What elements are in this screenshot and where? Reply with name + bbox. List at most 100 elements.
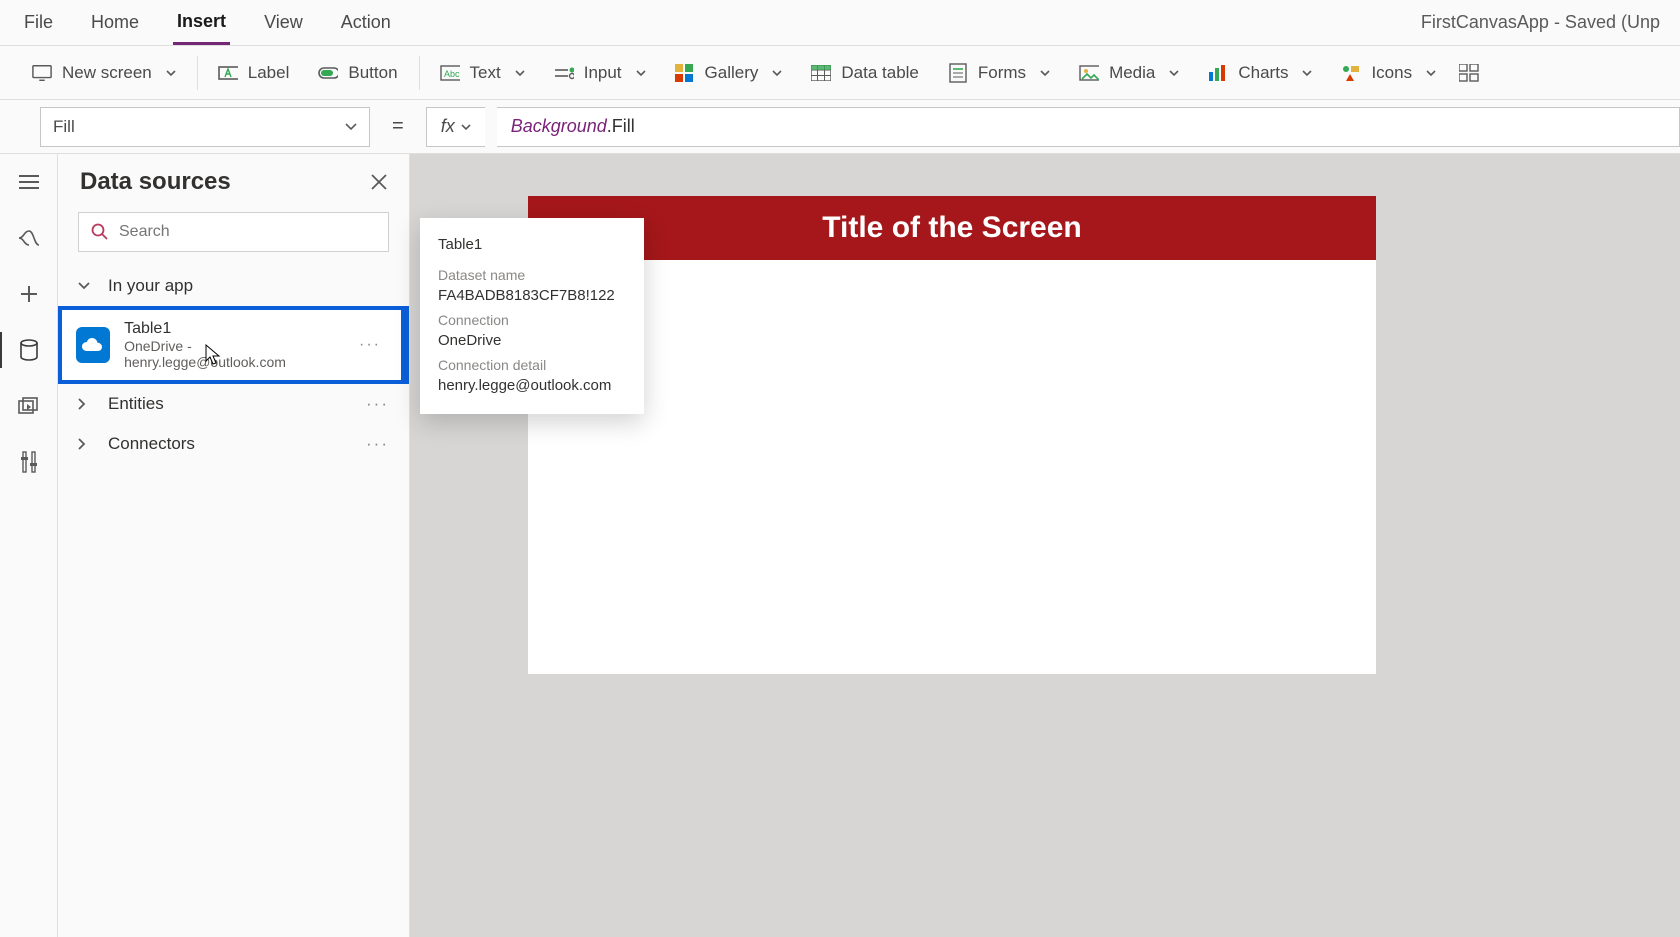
section-connectors[interactable]: Connectors ···: [58, 424, 409, 464]
equals-sign: =: [382, 115, 414, 138]
media-icon: [1079, 64, 1099, 82]
input-icon: [554, 64, 574, 82]
source-name: Table1: [124, 320, 345, 338]
source-subtitle: OneDrive - henry.legge@outlook.com: [124, 338, 345, 370]
data-sources-panel: Data sources In your app Table1 OneDrive…: [58, 154, 410, 937]
screen-title-bar[interactable]: Title of the Screen: [528, 196, 1376, 260]
gallery-icon: [675, 64, 695, 82]
onedrive-icon: [76, 327, 110, 363]
separator: [197, 56, 198, 90]
menu-file[interactable]: File: [20, 2, 57, 43]
label-label: Label: [248, 63, 290, 83]
close-icon[interactable]: [371, 174, 387, 190]
chevron-down-icon: [636, 70, 646, 76]
search-icon: [91, 223, 109, 241]
tooltip-detail-value: henry.legge@outlook.com: [438, 377, 626, 394]
ribbon: New screen Label Button Abc Text Input G: [0, 46, 1680, 100]
tooltip-connection-label: Connection: [438, 312, 626, 328]
property-select[interactable]: Fill: [40, 107, 370, 147]
chevron-down-icon: [1302, 70, 1312, 76]
media-rail-icon[interactable]: [15, 392, 43, 420]
screen-title-text: Title of the Screen: [822, 211, 1082, 245]
charts-button[interactable]: Charts: [1194, 57, 1327, 89]
tooltip-dataset-value: FA4BADB8183CF7B8!122: [438, 287, 626, 304]
chevron-down-icon: [1169, 70, 1179, 76]
tools-icon[interactable]: [15, 448, 43, 476]
tooltip-detail-label: Connection detail: [438, 357, 626, 373]
icons-icon: [1341, 64, 1361, 82]
data-table-button[interactable]: Data table: [797, 57, 934, 89]
left-rail: [0, 154, 58, 937]
formula-object-token: Background: [511, 116, 607, 137]
formula-input[interactable]: Background.Fill: [497, 107, 1680, 147]
input-label: Input: [584, 63, 622, 83]
menu-action[interactable]: Action: [337, 2, 395, 43]
app-canvas[interactable]: Title of the Screen: [528, 196, 1376, 674]
datasource-tooltip: Table1 Dataset name FA4BADB8183CF7B8!122…: [420, 218, 644, 414]
chevron-down-icon: [78, 282, 92, 290]
layout-button[interactable]: [1451, 58, 1488, 88]
more-icon[interactable]: ···: [366, 394, 389, 414]
menu-insert[interactable]: Insert: [173, 1, 230, 45]
forms-button[interactable]: Forms: [934, 57, 1065, 89]
tooltip-title: Table1: [438, 236, 626, 253]
insert-icon[interactable]: [15, 280, 43, 308]
new-screen-button[interactable]: New screen: [18, 57, 191, 89]
chevron-down-icon: [345, 123, 357, 130]
label-icon: [218, 64, 238, 82]
chevron-right-icon: [78, 438, 92, 450]
chevron-down-icon: [166, 70, 176, 76]
section-label: Entities: [108, 394, 164, 414]
forms-icon: [948, 64, 968, 82]
chevron-down-icon: [1426, 70, 1436, 76]
data-source-table1[interactable]: Table1 OneDrive - henry.legge@outlook.co…: [58, 306, 409, 384]
button-icon: [318, 64, 338, 82]
chevron-down-icon: [1040, 70, 1050, 76]
tree-view-icon[interactable]: [15, 224, 43, 252]
fx-button[interactable]: fx: [426, 107, 485, 147]
text-label: Text: [470, 63, 501, 83]
button-label: Button: [348, 63, 397, 83]
menu-home[interactable]: Home: [87, 2, 143, 43]
media-button[interactable]: Media: [1065, 57, 1194, 89]
icons-label: Icons: [1371, 63, 1412, 83]
section-entities[interactable]: Entities ···: [58, 384, 409, 424]
separator: [419, 56, 420, 90]
menu-bar: File Home Insert View Action FirstCanvas…: [0, 0, 1680, 46]
screen-icon: [32, 64, 52, 82]
more-icon[interactable]: ···: [359, 336, 387, 354]
input-button[interactable]: Input: [540, 57, 661, 89]
section-label: In your app: [108, 276, 193, 296]
formula-rest-token: .Fill: [607, 116, 635, 137]
app-title: FirstCanvasApp - Saved (Unp: [1421, 12, 1660, 33]
layout-icon: [1459, 64, 1479, 82]
new-screen-label: New screen: [62, 63, 152, 83]
section-in-your-app[interactable]: In your app: [58, 266, 409, 306]
tooltip-dataset-label: Dataset name: [438, 267, 626, 283]
search-input[interactable]: [78, 212, 389, 252]
section-label: Connectors: [108, 434, 195, 454]
data-table-label: Data table: [841, 63, 919, 83]
text-button[interactable]: Abc Text: [426, 57, 540, 89]
main-area: Data sources In your app Table1 OneDrive…: [0, 154, 1680, 937]
panel-title: Data sources: [80, 168, 231, 196]
svg-text:Abc: Abc: [444, 69, 460, 79]
gallery-button[interactable]: Gallery: [661, 57, 798, 89]
icons-button[interactable]: Icons: [1327, 57, 1451, 89]
chevron-down-icon: [772, 70, 782, 76]
label-button[interactable]: Label: [204, 57, 305, 89]
search-field[interactable]: [119, 223, 376, 241]
chevron-down-icon: [461, 124, 471, 130]
charts-label: Charts: [1238, 63, 1288, 83]
data-icon[interactable]: [15, 336, 43, 364]
property-value: Fill: [53, 117, 75, 137]
menu-view[interactable]: View: [260, 2, 307, 43]
text-icon: Abc: [440, 64, 460, 82]
hamburger-icon[interactable]: [15, 168, 43, 196]
chevron-down-icon: [515, 70, 525, 76]
more-icon[interactable]: ···: [366, 434, 389, 454]
media-label: Media: [1109, 63, 1155, 83]
gallery-label: Gallery: [705, 63, 759, 83]
button-button[interactable]: Button: [304, 57, 412, 89]
formula-bar: Fill = fx Background.Fill: [0, 100, 1680, 154]
